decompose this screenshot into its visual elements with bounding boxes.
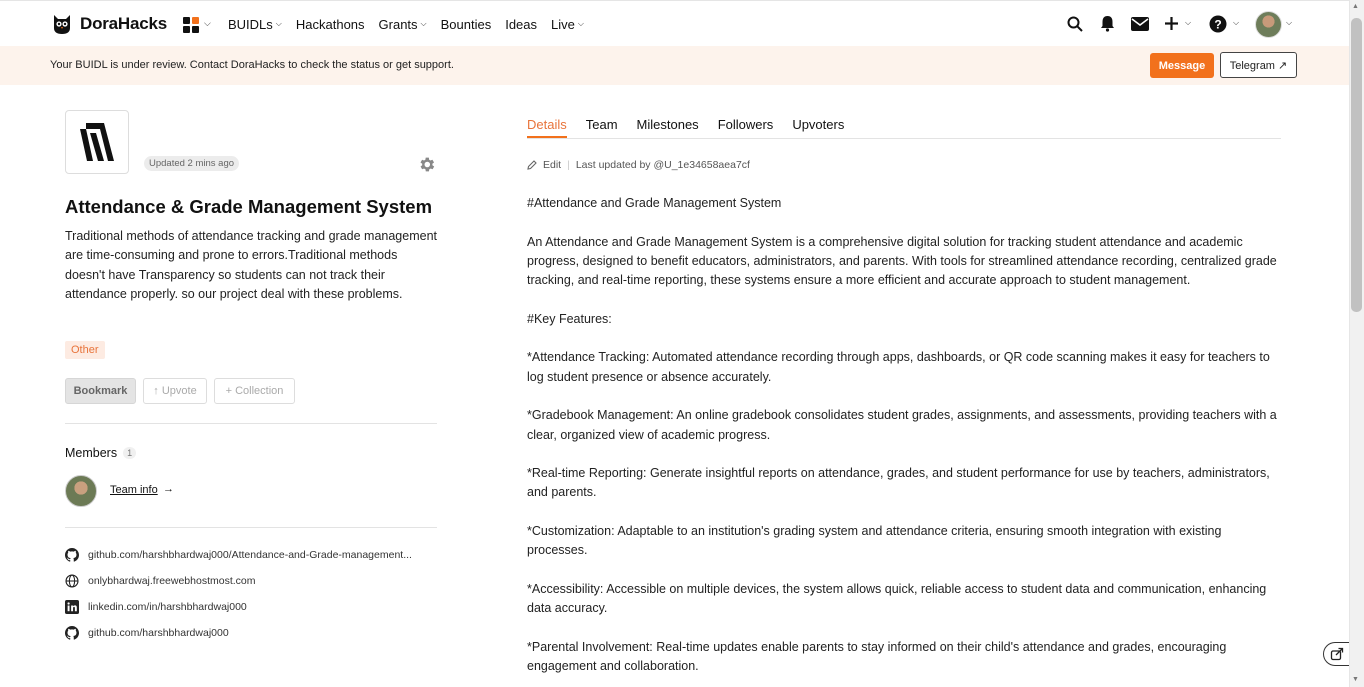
top-navigation: DoraHacks ⌵ BUIDLs ⌵ Hackathons Grants ⌵ Boun…: [0, 0, 1349, 46]
share-button[interactable]: [1323, 642, 1349, 666]
chevron-down-icon[interactable]: ⌵: [204, 18, 211, 29]
user-avatar[interactable]: [1255, 11, 1282, 38]
details-content: #Attendance and Grade Management System A…: [527, 194, 1283, 687]
nav-item-live[interactable]: Live ⌵: [551, 17, 584, 32]
project-link[interactable]: github.com/harshbhardwaj000/Attendance-a…: [65, 548, 412, 562]
main-nav-links: BUIDLs ⌵ Hackathons Grants ⌵ Bounties Ideas Liv…: [228, 1, 584, 47]
updated-badge: Updated 2 mins ago: [144, 156, 240, 171]
owl-logo-icon: [54, 15, 70, 34]
nav-item-label: Hackathons: [295, 16, 365, 32]
mail-icon[interactable]: [1131, 17, 1149, 31]
details-paragraph: *Real-time Reporting: Generate insightfu…: [527, 466, 1270, 500]
add-collection-button[interactable]: + Collection: [214, 378, 295, 404]
nav-item-label: BUIDLs: [228, 16, 273, 32]
edit-link[interactable]: Edit: [543, 159, 561, 171]
project-link-text: onlybhardwaj.freewebhostmost.com: [88, 575, 256, 587]
members-count: 1: [123, 447, 137, 459]
search-icon[interactable]: [1067, 16, 1083, 32]
tab-details[interactable]: Details: [527, 117, 567, 138]
bell-icon[interactable]: [1100, 15, 1115, 32]
category-tag[interactable]: Other: [65, 341, 105, 359]
members-heading: Members 1: [65, 446, 137, 460]
project-link-text: github.com/harshbhardwaj000/Attendance-a…: [88, 549, 412, 561]
divider: [65, 423, 437, 424]
nav-item-label: Bounties: [440, 16, 492, 32]
tab-milestones[interactable]: Milestones: [637, 117, 699, 138]
tab-followers[interactable]: Followers: [718, 117, 774, 138]
bookmark-button[interactable]: Bookmark: [65, 378, 136, 404]
chevron-down-icon[interactable]: ⌵: [1233, 18, 1239, 28]
details-paragraph: *Customization: Adaptable to an institut…: [527, 524, 1222, 558]
telegram-button[interactable]: Telegram ↗: [1220, 52, 1297, 78]
last-updated-text: Last updated by @U_1e34658aea7cf: [575, 159, 750, 171]
globe-icon: [65, 574, 79, 588]
nav-item-label: Live: [551, 16, 575, 32]
arrow-right-icon[interactable]: →: [163, 483, 174, 495]
gear-icon[interactable]: [417, 155, 436, 174]
review-banner-text: Your BUIDL is under review. Contact Dora…: [50, 59, 454, 71]
details-paragraph: *Parental Involvement: Real-time updates…: [527, 639, 1227, 674]
nav-item-ideas[interactable]: Ideas: [505, 17, 537, 32]
nav-item-buidls[interactable]: BUIDLs ⌵: [228, 17, 282, 32]
project-logo: [65, 110, 129, 174]
github-icon: [65, 626, 79, 640]
chevron-down-icon[interactable]: ⌵: [1185, 18, 1191, 28]
member-avatar[interactable]: [65, 475, 97, 507]
plus-icon[interactable]: [1164, 16, 1179, 31]
project-link[interactable]: github.com/harshbhardwaj000: [65, 626, 229, 640]
tab-team[interactable]: Team: [586, 117, 618, 138]
tabs-underline: [527, 138, 1281, 139]
pencil-icon[interactable]: [527, 160, 537, 170]
chevron-down-icon: ⌵: [275, 19, 282, 28]
github-icon: [65, 548, 79, 562]
project-link[interactable]: linkedin.com/in/harshbhardwaj000: [65, 600, 247, 614]
project-description: Traditional methods of attendance tracki…: [65, 229, 437, 301]
details-paragraph: An Attendance and Grade Management Syste…: [527, 234, 1277, 288]
nav-item-grants[interactable]: Grants ⌵: [379, 17, 427, 32]
scroll-up-icon[interactable]: ▲: [1352, 3, 1359, 10]
svg-text:?: ?: [1214, 18, 1221, 32]
nav-item-hackathons[interactable]: Hackathons: [296, 17, 365, 32]
project-tabs: Details Team Milestones Followers Upvoters: [527, 117, 863, 138]
separator: |: [567, 159, 570, 171]
help-icon[interactable]: ?: [1209, 15, 1227, 33]
share-icon: [1330, 647, 1343, 661]
message-button[interactable]: Message: [1150, 53, 1214, 78]
project-link-text: github.com/harshbhardwaj000: [88, 627, 229, 639]
upvote-button[interactable]: ↑ Upvote: [143, 378, 207, 404]
details-paragraph: *Attendance Tracking: Automated attendan…: [527, 350, 1270, 384]
nav-item-label: Ideas: [505, 16, 538, 32]
scrollbar-thumb[interactable]: [1351, 18, 1362, 312]
project-link[interactable]: onlybhardwaj.freewebhostmost.com: [65, 574, 256, 588]
edit-row: Edit | Last updated by @U_1e34658aea7cf: [527, 159, 750, 171]
dorahacks-logo[interactable]: DoraHacks: [50, 12, 167, 36]
project-link-text: linkedin.com/in/harshbhardwaj000: [88, 601, 247, 613]
divider: [65, 527, 437, 528]
brand-name: DoraHacks: [80, 14, 168, 33]
review-banner: Your BUIDL is under review. Contact Dora…: [0, 46, 1349, 85]
project-logo-mark: [80, 123, 114, 161]
project-title: Attendance & Grade Management System: [65, 196, 433, 217]
details-paragraph: *Gradebook Management: An online gradebo…: [527, 408, 1277, 442]
scroll-down-icon[interactable]: ▼: [1352, 676, 1359, 683]
members-title: Members: [65, 446, 118, 460]
details-paragraph: #Key Features:: [527, 311, 612, 326]
linkedin-icon: [65, 600, 79, 614]
nav-item-bounties[interactable]: Bounties: [441, 17, 492, 32]
tab-upvoters[interactable]: Upvoters: [792, 117, 844, 138]
nav-item-label: Grants: [378, 16, 418, 32]
chevron-down-icon: ⌵: [420, 19, 427, 28]
details-paragraph: #Attendance and Grade Management System: [527, 196, 782, 210]
apps-grid-icon[interactable]: [183, 17, 199, 33]
details-paragraph: *Accessibility: Accessible on multiple d…: [527, 581, 1267, 616]
team-info-link[interactable]: Team info: [110, 484, 158, 496]
chevron-down-icon: ⌵: [577, 19, 584, 28]
chevron-down-icon[interactable]: ⌵: [1286, 18, 1292, 28]
